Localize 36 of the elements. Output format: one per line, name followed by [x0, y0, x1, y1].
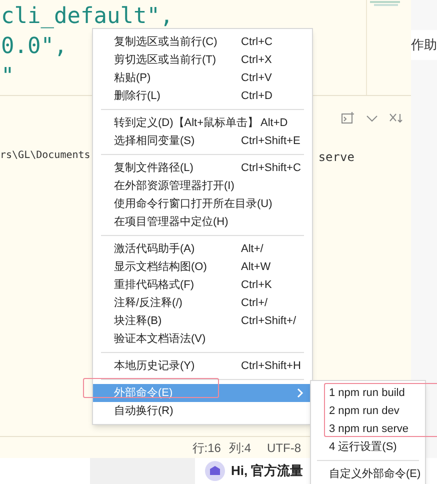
menu-item[interactable]: 自定义外部命令(E): [311, 465, 425, 483]
menu-item[interactable]: 粘贴(P) Ctrl+V: [93, 69, 312, 87]
code-line: cli_default",: [1, 3, 174, 31]
menu-item[interactable]: 重排代码格式(F) Ctrl+K: [93, 276, 312, 294]
menu-item[interactable]: 删除行(L) Ctrl+D: [93, 87, 312, 105]
terminal-path: rs\GL\Documents: [0, 149, 90, 163]
menu-item[interactable]: 在外部资源管理器打开(I): [93, 177, 312, 195]
banner-text: Hi, 官方流量: [231, 462, 304, 480]
menu-item[interactable]: 本地历史记录(Y) Ctrl+Shift+H: [93, 357, 312, 375]
menu-item[interactable]: 复制选区或当前行(C) Ctrl+C: [93, 33, 312, 51]
menu-item[interactable]: 4 运行设置(S): [311, 438, 425, 456]
encoding-label: UTF-8: [267, 440, 301, 456]
terminal-command: serve: [318, 149, 354, 166]
logo-icon: [205, 461, 225, 481]
menu-item[interactable]: 复制文件路径(L) Ctrl+Shift+C: [93, 159, 312, 177]
code-line: 0.0",: [1, 33, 68, 61]
menu-item[interactable]: 转到定义(D)【Alt+鼠标单击】 Alt+D: [93, 114, 312, 132]
menu-item[interactable]: 注释/反注释(/) Ctrl+/: [93, 294, 312, 312]
column-number: 列:4: [228, 440, 251, 456]
menu-item[interactable]: 激活代码助手(A) Alt+/: [93, 240, 312, 258]
menu-item[interactable]: 显示文档结构图(O) Alt+W: [93, 258, 312, 276]
line-number: 行:16: [192, 440, 221, 456]
code-line: ": [1, 63, 14, 91]
close-icon[interactable]: [389, 112, 403, 124]
minimap-drawing: [370, 1, 400, 6]
new-terminal-icon[interactable]: [341, 112, 355, 124]
menu-item[interactable]: 在项目管理器中定位(H): [93, 213, 312, 231]
menu-item[interactable]: 2 npm run dev: [311, 402, 425, 420]
menu-item[interactable]: 自动换行(R): [93, 402, 312, 420]
menu-item[interactable]: 使用命令行窗口打开所在目录(U): [93, 195, 312, 213]
menu-item[interactable]: 验证本文档语法(V): [93, 330, 312, 348]
menu-item[interactable]: 块注释(B) Ctrl+Shift+/: [93, 312, 312, 330]
side-text: 作助: [411, 36, 437, 54]
menu-item[interactable]: 3 npm run serve: [311, 420, 425, 438]
menu-item[interactable]: 选择相同变量(S) Ctrl+Shift+E: [93, 132, 312, 150]
menu-item[interactable]: 剪切选区或当前行(T) Ctrl+X: [93, 51, 312, 69]
